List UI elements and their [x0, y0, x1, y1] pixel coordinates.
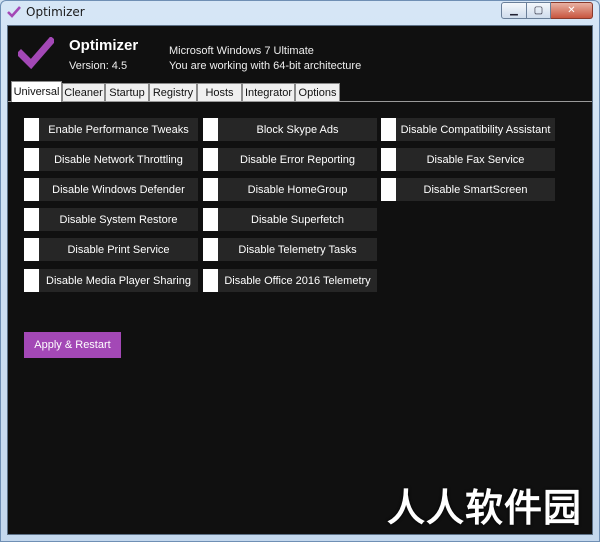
- toggle-box[interactable]: [203, 118, 218, 141]
- tweak-disable-fax-service[interactable]: Disable Fax Service: [381, 148, 555, 171]
- app-window: Optimizer ▁ ▢ ✕ Optimizer Version: 4.5 M…: [0, 0, 600, 542]
- tweak-label: Disable Media Player Sharing: [46, 274, 191, 287]
- tweak-label: Disable HomeGroup: [247, 183, 348, 196]
- tweak-disable-error-reporting[interactable]: Disable Error Reporting: [203, 148, 377, 171]
- tab-startup[interactable]: Startup: [105, 83, 149, 101]
- minimize-button[interactable]: ▁: [501, 2, 527, 19]
- close-icon: ✕: [567, 5, 576, 16]
- os-info: Microsoft Windows 7 Ultimate: [169, 45, 314, 57]
- tweak-disable-print-service[interactable]: Disable Print Service: [24, 238, 198, 261]
- app-name: Optimizer: [69, 37, 139, 54]
- toggle-box[interactable]: [203, 178, 218, 201]
- app-header: Optimizer Version: 4.5 Microsoft Windows…: [8, 26, 592, 80]
- tweak-label: Block Skype Ads: [256, 123, 339, 136]
- toggle-box[interactable]: [203, 208, 218, 231]
- toggle-box[interactable]: [203, 269, 218, 292]
- tweak-disable-homegroup[interactable]: Disable HomeGroup: [203, 178, 377, 201]
- toggle-box[interactable]: [24, 269, 39, 292]
- tweak-enable-performance-tweaks[interactable]: Enable Performance Tweaks: [24, 118, 198, 141]
- tweak-disable-media-player-sharing[interactable]: Disable Media Player Sharing: [24, 269, 198, 292]
- tweak-disable-office-2016-telemetry[interactable]: Disable Office 2016 Telemetry: [203, 269, 377, 292]
- toggle-box[interactable]: [381, 178, 396, 201]
- watermark: 人人软件园: [386, 486, 582, 530]
- tweak-block-skype-ads[interactable]: Block Skype Ads: [203, 118, 377, 141]
- app-version: Version: 4.5: [69, 60, 128, 72]
- tweak-label: Disable Telemetry Tasks: [238, 243, 357, 256]
- toggle-box[interactable]: [381, 118, 396, 141]
- tab-cleaner[interactable]: Cleaner: [62, 83, 105, 101]
- tab-strip: Universal Cleaner Startup Registry Hosts…: [8, 81, 592, 102]
- tweak-label: Disable Print Service: [67, 243, 170, 256]
- tweak-disable-system-restore[interactable]: Disable System Restore: [24, 208, 198, 231]
- tweak-label: Disable Windows Defender: [52, 183, 185, 196]
- tweak-label: Disable System Restore: [59, 213, 178, 226]
- toggle-box[interactable]: [381, 148, 396, 171]
- maximize-button[interactable]: ▢: [527, 2, 551, 19]
- tweak-disable-windows-defender[interactable]: Disable Windows Defender: [24, 178, 198, 201]
- tweak-disable-smartscreen[interactable]: Disable SmartScreen: [381, 178, 555, 201]
- tab-hosts[interactable]: Hosts: [197, 83, 242, 101]
- tweak-label: Disable Compatibility Assistant: [400, 123, 551, 136]
- toggle-box[interactable]: [24, 208, 39, 231]
- close-button[interactable]: ✕: [551, 2, 593, 19]
- toggle-box[interactable]: [24, 118, 39, 141]
- tweak-disable-telemetry-tasks[interactable]: Disable Telemetry Tasks: [203, 238, 377, 261]
- tab-options[interactable]: Options: [295, 83, 340, 101]
- checkmark-app-icon: [7, 6, 21, 18]
- minimize-icon: ▁: [510, 5, 518, 16]
- toggle-box[interactable]: [203, 238, 218, 261]
- tweak-disable-network-throttling[interactable]: Disable Network Throttling: [24, 148, 198, 171]
- tweak-label: Disable Fax Service: [426, 153, 525, 166]
- toggle-box[interactable]: [24, 178, 39, 201]
- tweak-label: Enable Performance Tweaks: [48, 123, 189, 136]
- tweak-label: Disable Error Reporting: [240, 153, 355, 166]
- apply-restart-button[interactable]: Apply & Restart: [24, 332, 121, 358]
- toggle-box[interactable]: [203, 148, 218, 171]
- tweak-disable-compatibility-assistant[interactable]: Disable Compatibility Assistant: [381, 118, 555, 141]
- toggle-box[interactable]: [24, 148, 39, 171]
- window-title: Optimizer: [26, 5, 85, 19]
- maximize-icon: ▢: [533, 5, 544, 16]
- arch-info: You are working with 64-bit architecture: [169, 60, 362, 72]
- window-controls: ▁ ▢ ✕: [501, 2, 593, 19]
- tab-integrator[interactable]: Integrator: [242, 83, 295, 101]
- checkmark-logo-icon: [18, 37, 54, 69]
- tweak-disable-superfetch[interactable]: Disable Superfetch: [203, 208, 377, 231]
- tweak-label: Disable SmartScreen: [423, 183, 528, 196]
- tab-registry[interactable]: Registry: [149, 83, 197, 101]
- client-area: Optimizer Version: 4.5 Microsoft Windows…: [7, 25, 593, 535]
- title-bar[interactable]: Optimizer ▁ ▢ ✕: [1, 1, 599, 23]
- tweak-label: Disable Superfetch: [251, 213, 344, 226]
- tweak-label: Disable Office 2016 Telemetry: [224, 274, 371, 287]
- toggle-box[interactable]: [24, 238, 39, 261]
- tweak-label: Disable Network Throttling: [54, 153, 183, 166]
- universal-panel: Enable Performance Tweaks Disable Networ…: [8, 102, 592, 534]
- tab-universal[interactable]: Universal: [11, 81, 62, 102]
